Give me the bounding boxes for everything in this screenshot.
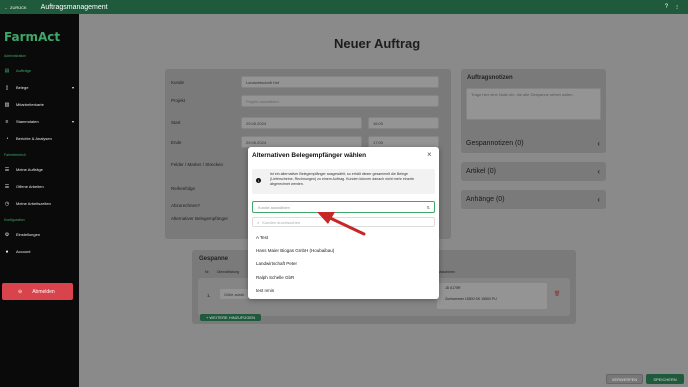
user-icon: ● <box>5 248 9 255</box>
section-config: Konfiguration <box>4 218 25 222</box>
kunde-select-dropdown[interactable]: Kunde auswählen ⇅ <box>252 201 435 213</box>
more-menu-icon[interactable]: ⁝ <box>676 4 678 11</box>
clipboard-icon: ▤ <box>4 67 10 74</box>
chevron-left-icon: ‹ <box>597 167 600 176</box>
sidebar-item-mitarbeiterkarte[interactable]: ▥ Mitarbeiterkarte <box>4 99 74 110</box>
row-number: 1. <box>207 293 211 298</box>
col-maschinen: Maschinen <box>438 270 455 274</box>
search-icon: ⌕ <box>257 219 260 225</box>
database-icon: ≡ <box>5 118 9 125</box>
logout-icon: ⊖ <box>18 288 23 295</box>
help-icon[interactable]: ? <box>665 4 668 11</box>
anhaenge-card[interactable]: Anhänge (0) ‹ <box>461 190 606 209</box>
modal-title: Alternativen Belegempfänger wählen <box>252 152 367 159</box>
start-label: Start <box>171 120 181 125</box>
sidebar-item-meine-auftraege[interactable]: ☰ Meine Aufträge <box>4 164 74 175</box>
gespannotizen-card[interactable]: Gespannotizen (0) ‹ <box>461 134 606 153</box>
felder-label: Felder / Marker / Strecken <box>171 162 224 167</box>
start-time-input[interactable]: 16:00 <box>368 117 439 129</box>
sidebar-item-berichte[interactable]: ◔ Berichte & Analysen <box>4 133 74 144</box>
info-icon: i <box>256 178 261 183</box>
sidebar-item-einstellungen[interactable]: ⚙ Einstellungen <box>4 229 74 240</box>
sidebar-item-belege[interactable]: ▯ Belege ▾ <box>4 82 74 93</box>
chart-icon: ◔ <box>5 135 9 142</box>
projekt-select[interactable]: Projekt auswählen <box>241 95 439 107</box>
chevron-updown-icon: ⇅ <box>426 204 430 210</box>
section-admin: Administration <box>4 54 27 58</box>
option-item[interactable]: Ralph Schelle GbR <box>256 275 294 280</box>
kunde-select[interactable]: Landwirtschaft Hof <box>241 76 439 88</box>
sidebar-item-auftraege[interactable]: ▤ Aufträge <box>4 65 74 76</box>
section-fahrer: Fahrerbereich <box>4 153 26 157</box>
add-gespann-button[interactable]: + WEITERE HINZUFÜGEN <box>200 314 261 321</box>
ende-label: Ende <box>171 140 182 145</box>
option-item[interactable]: test nmin <box>256 288 274 293</box>
save-button[interactable]: SPEICHERN <box>646 374 684 384</box>
machine-chip-2[interactable]: Zunhammer 15500 SK 15500 PU <box>445 297 497 301</box>
gear-icon: ⚙ <box>4 231 10 238</box>
chevron-left-icon: ‹ <box>597 195 600 204</box>
notes-textarea[interactable]: Trage hier eine Notiz ein, die alle Gesp… <box>466 88 601 120</box>
dienstleistung-select[interactable]: Gülle ausbr <box>219 288 249 300</box>
projekt-label: Projekt <box>171 98 186 103</box>
tasks-icon: ☰ <box>4 166 10 173</box>
gespanne-title: Gespanne <box>199 256 229 262</box>
info-text: Ist ein alternativer Belegempfänger ausg… <box>270 172 415 186</box>
chevron-down-icon: ▾ <box>71 119 74 124</box>
document-icon: ▯ <box>5 84 9 91</box>
sidebar-item-offene-arbeiten[interactable]: ☰ Offene Arbeiten <box>4 181 74 192</box>
trash-icon[interactable]: 🗑 <box>554 291 560 297</box>
kunde-label: Kunde <box>171 80 185 85</box>
option-item[interactable]: A Test <box>256 235 268 240</box>
sidebar-item-account[interactable]: ● Account <box>4 246 74 257</box>
abzurechnen-label: Abzurechnen? <box>171 203 201 208</box>
alt-empfaenger-modal: Alternativen Belegempfänger wählen × i I… <box>248 147 439 299</box>
back-label: ZURÜCK <box>10 4 27 10</box>
col-nr: Nr. <box>205 270 210 274</box>
logo: FarmAct <box>4 30 61 44</box>
chevron-down-icon: ▾ <box>71 85 74 90</box>
sidebar: FarmAct Administration ▤ Aufträge ▯ Bele… <box>0 14 79 387</box>
alt-empfaenger-label: Alternativer Belegempfänger <box>171 216 229 221</box>
chevron-left-icon: ‹ <box>597 139 600 148</box>
close-icon[interactable]: × <box>427 150 432 159</box>
discard-button[interactable]: VERWERFEN <box>606 374 643 384</box>
back-button[interactable]: ← ZURÜCK <box>4 5 27 10</box>
option-item[interactable]: Hans Maier Biogas GmbH (Houbaibau) <box>256 248 334 253</box>
info-box: i Ist ein alternativer Belegempfänger au… <box>252 169 435 194</box>
kunden-search-input[interactable]: ⌕ Kunden durchsuchen <box>252 217 435 227</box>
tasks-icon: ☰ <box>4 183 10 190</box>
start-date-input[interactable]: 29.05.2024 <box>241 117 362 129</box>
option-item[interactable]: Landwirtschaft Peter <box>256 261 297 266</box>
app-title: Auftragsmanagement <box>40 3 108 11</box>
map-icon: ▥ <box>4 101 10 108</box>
sidebar-item-stammdaten[interactable]: ≡ Stammdaten ▾ <box>4 116 74 127</box>
top-bar: ← ZURÜCK Auftragsmanagement ? ⁝ <box>0 0 688 14</box>
reihenfolge-label: Reihenfolge <box>171 186 196 191</box>
col-dienstleistung: Dienstleistung <box>217 270 239 274</box>
notes-title: Auftragsnotizen <box>467 75 513 81</box>
machine-chip-1[interactable]: JD 6175R <box>445 286 461 290</box>
logout-button[interactable]: ⊖ Abmelden <box>2 283 73 300</box>
artikel-card[interactable]: Artikel (0) ‹ <box>461 162 606 181</box>
clock-icon: ◷ <box>4 200 10 207</box>
sidebar-item-arbeitszeiten[interactable]: ◷ Meine Arbeitszeiten <box>4 198 74 209</box>
arrow-left-icon: ← <box>4 4 8 10</box>
page-title: Neuer Auftrag <box>334 36 421 51</box>
